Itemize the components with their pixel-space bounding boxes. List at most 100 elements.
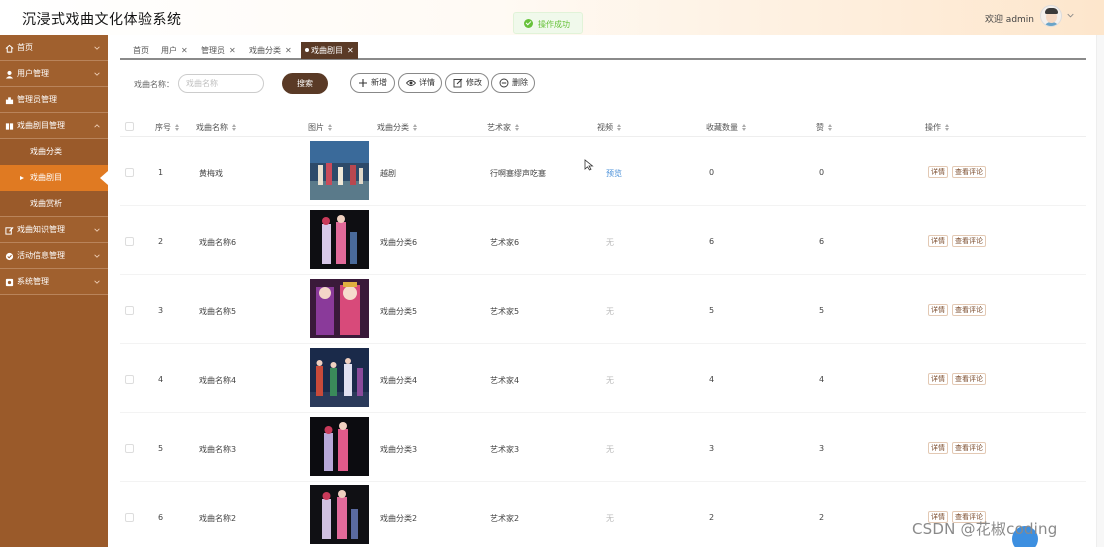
sidebar-item-activities[interactable]: 活动信息管理 xyxy=(0,243,108,269)
cell-image-thumbnail[interactable] xyxy=(310,279,369,338)
row-comments-button[interactable]: 查看评论 xyxy=(952,304,986,316)
sidebar-item-opera-programs[interactable]: 戏曲剧目管理 xyxy=(0,113,108,139)
column-header-favorites[interactable]: 收藏数量 xyxy=(706,122,746,133)
tab-opera-program[interactable]: 戏曲剧目 ✕ xyxy=(301,42,358,59)
row-comments-button[interactable]: 查看评论 xyxy=(952,442,986,454)
column-header-actions[interactable]: 操作 xyxy=(925,122,949,133)
column-header-name[interactable]: 戏曲名称 xyxy=(196,122,236,133)
sidebar: 首页 用户管理 管理员管理 戏曲剧目管理 戏曲分类 戏曲剧目 戏曲赏析 戏曲知识… xyxy=(0,35,108,547)
column-header-label: 序号 xyxy=(155,123,171,132)
delete-button-label: 删除 xyxy=(512,78,528,87)
row-checkbox[interactable] xyxy=(125,375,134,384)
eye-icon xyxy=(406,80,416,86)
tab-opera-category[interactable]: 戏曲分类 ✕ xyxy=(249,42,292,59)
cell-category: 戏曲分类6 xyxy=(380,238,418,247)
cell-image-thumbnail[interactable] xyxy=(310,141,369,200)
tab-users[interactable]: 用户 ✕ xyxy=(161,42,188,59)
sort-icon xyxy=(328,124,332,131)
tab-home[interactable]: 首页 xyxy=(133,42,149,59)
sidebar-subitem-opera-program[interactable]: 戏曲剧目 xyxy=(0,165,108,191)
search-button[interactable]: 搜索 xyxy=(282,73,328,94)
sidebar-item-admins[interactable]: 管理员管理 xyxy=(0,87,108,113)
avatar[interactable] xyxy=(1040,5,1062,27)
chevron-down-icon xyxy=(94,72,100,76)
row-detail-button[interactable]: 详情 xyxy=(928,442,948,454)
cell-artist: 艺术家2 xyxy=(490,514,520,523)
edit-button[interactable]: 修改 xyxy=(445,73,489,93)
avatar-hair xyxy=(1045,8,1058,14)
row-detail-button[interactable]: 详情 xyxy=(928,166,948,178)
chevron-down-icon[interactable] xyxy=(1067,12,1074,19)
cell-index: 1 xyxy=(158,168,164,177)
search-label: 戏曲名称： xyxy=(134,80,174,89)
vertical-scrollbar[interactable] xyxy=(1096,35,1104,547)
gear-icon xyxy=(5,278,14,287)
add-button[interactable]: 新增 xyxy=(350,73,395,93)
sidebar-item-home[interactable]: 首页 xyxy=(0,35,108,61)
search-input[interactable] xyxy=(178,74,264,93)
column-header-index[interactable]: 序号 xyxy=(155,122,179,133)
detail-button[interactable]: 详情 xyxy=(398,73,442,93)
close-icon[interactable]: ✕ xyxy=(229,46,236,55)
cell-likes: 2 xyxy=(819,513,825,522)
column-header-label: 视频 xyxy=(597,123,613,132)
sidebar-item-users[interactable]: 用户管理 xyxy=(0,61,108,87)
data-table: 序号 戏曲名称 图片 戏曲分类 艺术家 视频 收藏数量 赞 操作 1 黄梅戏 越… xyxy=(120,117,1086,547)
sidebar-item-label: 活动信息管理 xyxy=(17,251,65,260)
row-comments-button[interactable]: 查看评论 xyxy=(952,373,986,385)
row-checkbox[interactable] xyxy=(125,237,134,246)
tab-label: 戏曲分类 xyxy=(249,46,281,55)
row-checkbox[interactable] xyxy=(125,444,134,453)
row-detail-button[interactable]: 详情 xyxy=(928,373,948,385)
cell-image-thumbnail[interactable] xyxy=(310,417,369,476)
tab-label: 首页 xyxy=(133,46,149,55)
video-preview-link[interactable]: 预览 xyxy=(606,168,622,179)
row-checkbox[interactable] xyxy=(125,306,134,315)
cell-artist: 艺术家3 xyxy=(490,445,520,454)
row-comments-button[interactable]: 查看评论 xyxy=(952,166,986,178)
delete-button[interactable]: 删除 xyxy=(491,73,535,93)
cell-image-thumbnail[interactable] xyxy=(310,348,369,407)
sidebar-item-label: 系统管理 xyxy=(17,277,49,286)
sidebar-item-label: 首页 xyxy=(17,43,33,52)
sidebar-subitem-opera-category[interactable]: 戏曲分类 xyxy=(0,139,108,165)
sidebar-item-system[interactable]: 系统管理 xyxy=(0,269,108,295)
row-checkbox[interactable] xyxy=(125,513,134,522)
sidebar-subitem-opera-appreciation[interactable]: 戏曲赏析 xyxy=(0,191,108,217)
tab-admins[interactable]: 管理员 ✕ xyxy=(201,42,236,59)
close-icon[interactable]: ✕ xyxy=(181,46,188,55)
column-header-artist[interactable]: 艺术家 xyxy=(487,122,519,133)
row-comments-button[interactable]: 查看评论 xyxy=(952,235,986,247)
close-icon[interactable]: ✕ xyxy=(285,46,292,55)
column-header-likes[interactable]: 赞 xyxy=(816,122,832,133)
chevron-down-icon xyxy=(94,46,100,50)
column-header-image[interactable]: 图片 xyxy=(308,122,332,133)
row-detail-button[interactable]: 详情 xyxy=(928,235,948,247)
chevron-down-icon xyxy=(94,280,100,284)
cell-artist: 艺术家6 xyxy=(490,238,520,247)
admin-icon xyxy=(5,97,14,105)
sort-icon xyxy=(413,124,417,131)
chevron-down-icon xyxy=(94,228,100,232)
opera-stage-image xyxy=(310,348,369,407)
chevron-down-icon xyxy=(94,254,100,258)
sidebar-item-label: 管理员管理 xyxy=(17,95,57,104)
column-header-video[interactable]: 视频 xyxy=(597,122,621,133)
cell-artist: 行啊塞缪声吃塞 xyxy=(490,169,546,178)
column-header-category[interactable]: 戏曲分类 xyxy=(377,122,417,133)
row-checkbox[interactable] xyxy=(125,168,134,177)
cell-image-thumbnail[interactable] xyxy=(310,485,369,544)
cell-favorites: 6 xyxy=(709,237,715,246)
row-detail-button[interactable]: 详情 xyxy=(928,304,948,316)
tab-label: 用户 xyxy=(161,46,177,55)
cell-name: 黄梅戏 xyxy=(199,169,223,178)
sort-icon xyxy=(232,124,236,131)
opera-performer-image xyxy=(310,279,369,338)
select-all-checkbox[interactable] xyxy=(125,122,134,131)
plus-icon xyxy=(359,79,367,87)
sidebar-subitem-label: 戏曲分类 xyxy=(30,147,62,156)
cell-image-thumbnail[interactable] xyxy=(310,210,369,269)
cell-video: 无 xyxy=(606,376,614,385)
close-icon[interactable]: ✕ xyxy=(347,46,354,55)
sidebar-item-knowledge[interactable]: 戏曲知识管理 xyxy=(0,217,108,243)
